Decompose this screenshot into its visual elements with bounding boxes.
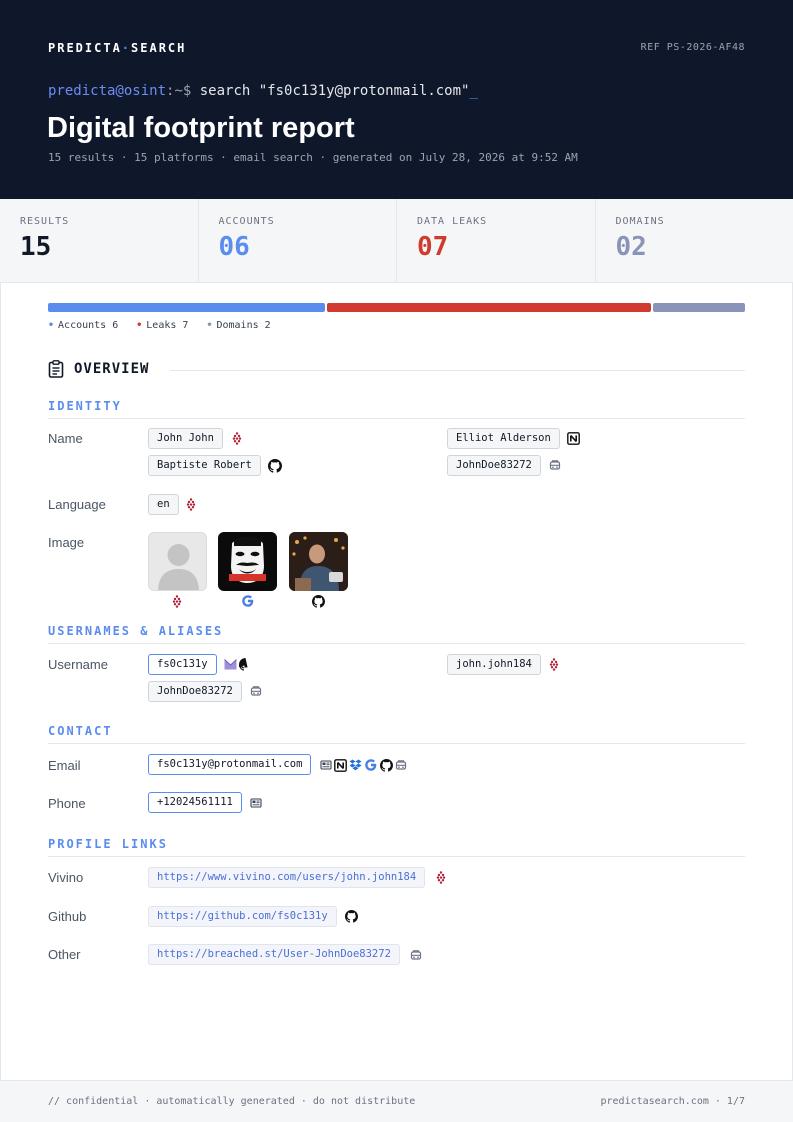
username-chip: JohnDoe83272 [148,681,242,702]
footer-page: predictasearch.com · 1/7 [600,1096,746,1107]
notion-icon [334,758,347,772]
name-chip: Baptiste Robert [148,455,261,476]
person-photo-image [289,532,348,591]
distribution-legend: • Accounts 6 • Leaks 7 • Domains 2 [48,320,271,331]
bar-segment-leaks [327,303,651,312]
phone-chip: +12024561111 [148,792,242,813]
google-icon [242,595,254,607]
legend-domains: • Domains 2 [206,320,271,331]
link-label-github: Github [48,909,87,924]
image-label: Image [48,535,85,550]
username-label: Username [48,657,108,672]
google-icon [365,759,377,771]
stat-value: 07 [417,232,449,262]
legend-accounts: • Accounts 6 [48,320,119,331]
email-chip: fs0c131y@protonmail.com [148,754,312,775]
section-identity: IDENTITY [48,397,745,419]
vivino-icon [186,498,196,511]
vivino-icon [436,871,446,884]
brand-logo: PREDICTA·SEARCH [48,41,187,55]
section-profile-links: PROFILE LINKS [48,835,745,857]
name-chip: JohnDoe83272 [447,455,541,476]
email-source-icons [320,758,407,772]
distribution-bar [48,303,746,312]
report-subtitle: 15 results · 15 platforms · email search… [48,151,578,164]
proton-mail-icon [224,659,237,670]
stat-accounts: ACCOUNTS 06 [199,199,397,282]
database-icon [410,950,422,960]
username-chip-highlighted: fs0c131y [148,654,217,675]
fsociety-mask-image [218,532,277,591]
news-icon [320,760,332,770]
stat-label: DATA LEAKS [417,216,488,227]
language-label: Language [48,497,106,512]
vivino-icon [232,432,242,445]
username-chip: john.john184 [447,654,541,675]
overview-heading: OVERVIEW [48,360,149,378]
default-avatar-image [148,532,207,591]
database-icon [250,686,262,696]
search-command: predicta@osint:~$ search "fs0c131y@proto… [48,83,478,99]
report-title: Digital footprint report [47,112,355,144]
github-icon [239,658,248,671]
bar-segment-domains [652,303,746,312]
divider [170,370,745,371]
report-header: PREDICTA·SEARCH REF PS-2026-AF48 predict… [0,0,793,199]
stat-label: RESULTS [20,216,70,227]
database-icon [549,460,561,470]
stat-value: 15 [20,232,52,262]
github-icon [312,595,325,608]
stats-bar: RESULTS 15 ACCOUNTS 06 DATA LEAKS 07 DOM… [0,199,793,283]
link-label-vivino: Vivino [48,870,84,885]
dropbox-icon [349,759,362,771]
bar-segment-accounts [48,303,326,312]
github-profile-link[interactable]: https://github.com/fs0c131y [148,906,337,927]
stat-value: 06 [218,232,250,262]
language-chip: en [148,494,179,515]
phone-label: Phone [48,796,86,811]
report-footer: // confidential · automatically generate… [0,1080,793,1122]
github-icon [380,758,393,772]
name-chip: Elliot Alderson [447,428,560,449]
link-label-other: Other [48,947,81,962]
github-icon [268,459,282,473]
vivino-icon [549,658,559,671]
notion-icon [567,432,580,445]
database-icon [395,760,407,770]
stat-label: DOMAINS [615,216,665,227]
name-chip: John John [148,428,223,449]
email-label: Email [48,758,81,773]
report-reference: REF PS-2026-AF48 [640,42,745,53]
vivino-icon [172,595,182,608]
legend-leaks: • Leaks 7 [136,320,189,331]
name-label: Name [48,431,83,446]
stat-value: 02 [615,232,647,262]
news-icon [250,798,262,808]
github-icon [345,910,358,923]
breached-profile-link[interactable]: https://breached.st/User-JohnDoe83272 [148,944,400,965]
clipboard-icon [48,360,64,378]
stat-label: ACCOUNTS [218,216,275,227]
section-usernames: USERNAMES & ALIASES [48,622,745,644]
stat-domains: DOMAINS 02 [596,199,793,282]
stat-data-leaks: DATA LEAKS 07 [397,199,596,282]
footer-notice: // confidential · automatically generate… [48,1096,416,1107]
stat-results: RESULTS 15 [0,199,199,282]
vivino-profile-link[interactable]: https://www.vivino.com/users/john.john18… [148,867,426,888]
section-contact: CONTACT [48,722,745,744]
